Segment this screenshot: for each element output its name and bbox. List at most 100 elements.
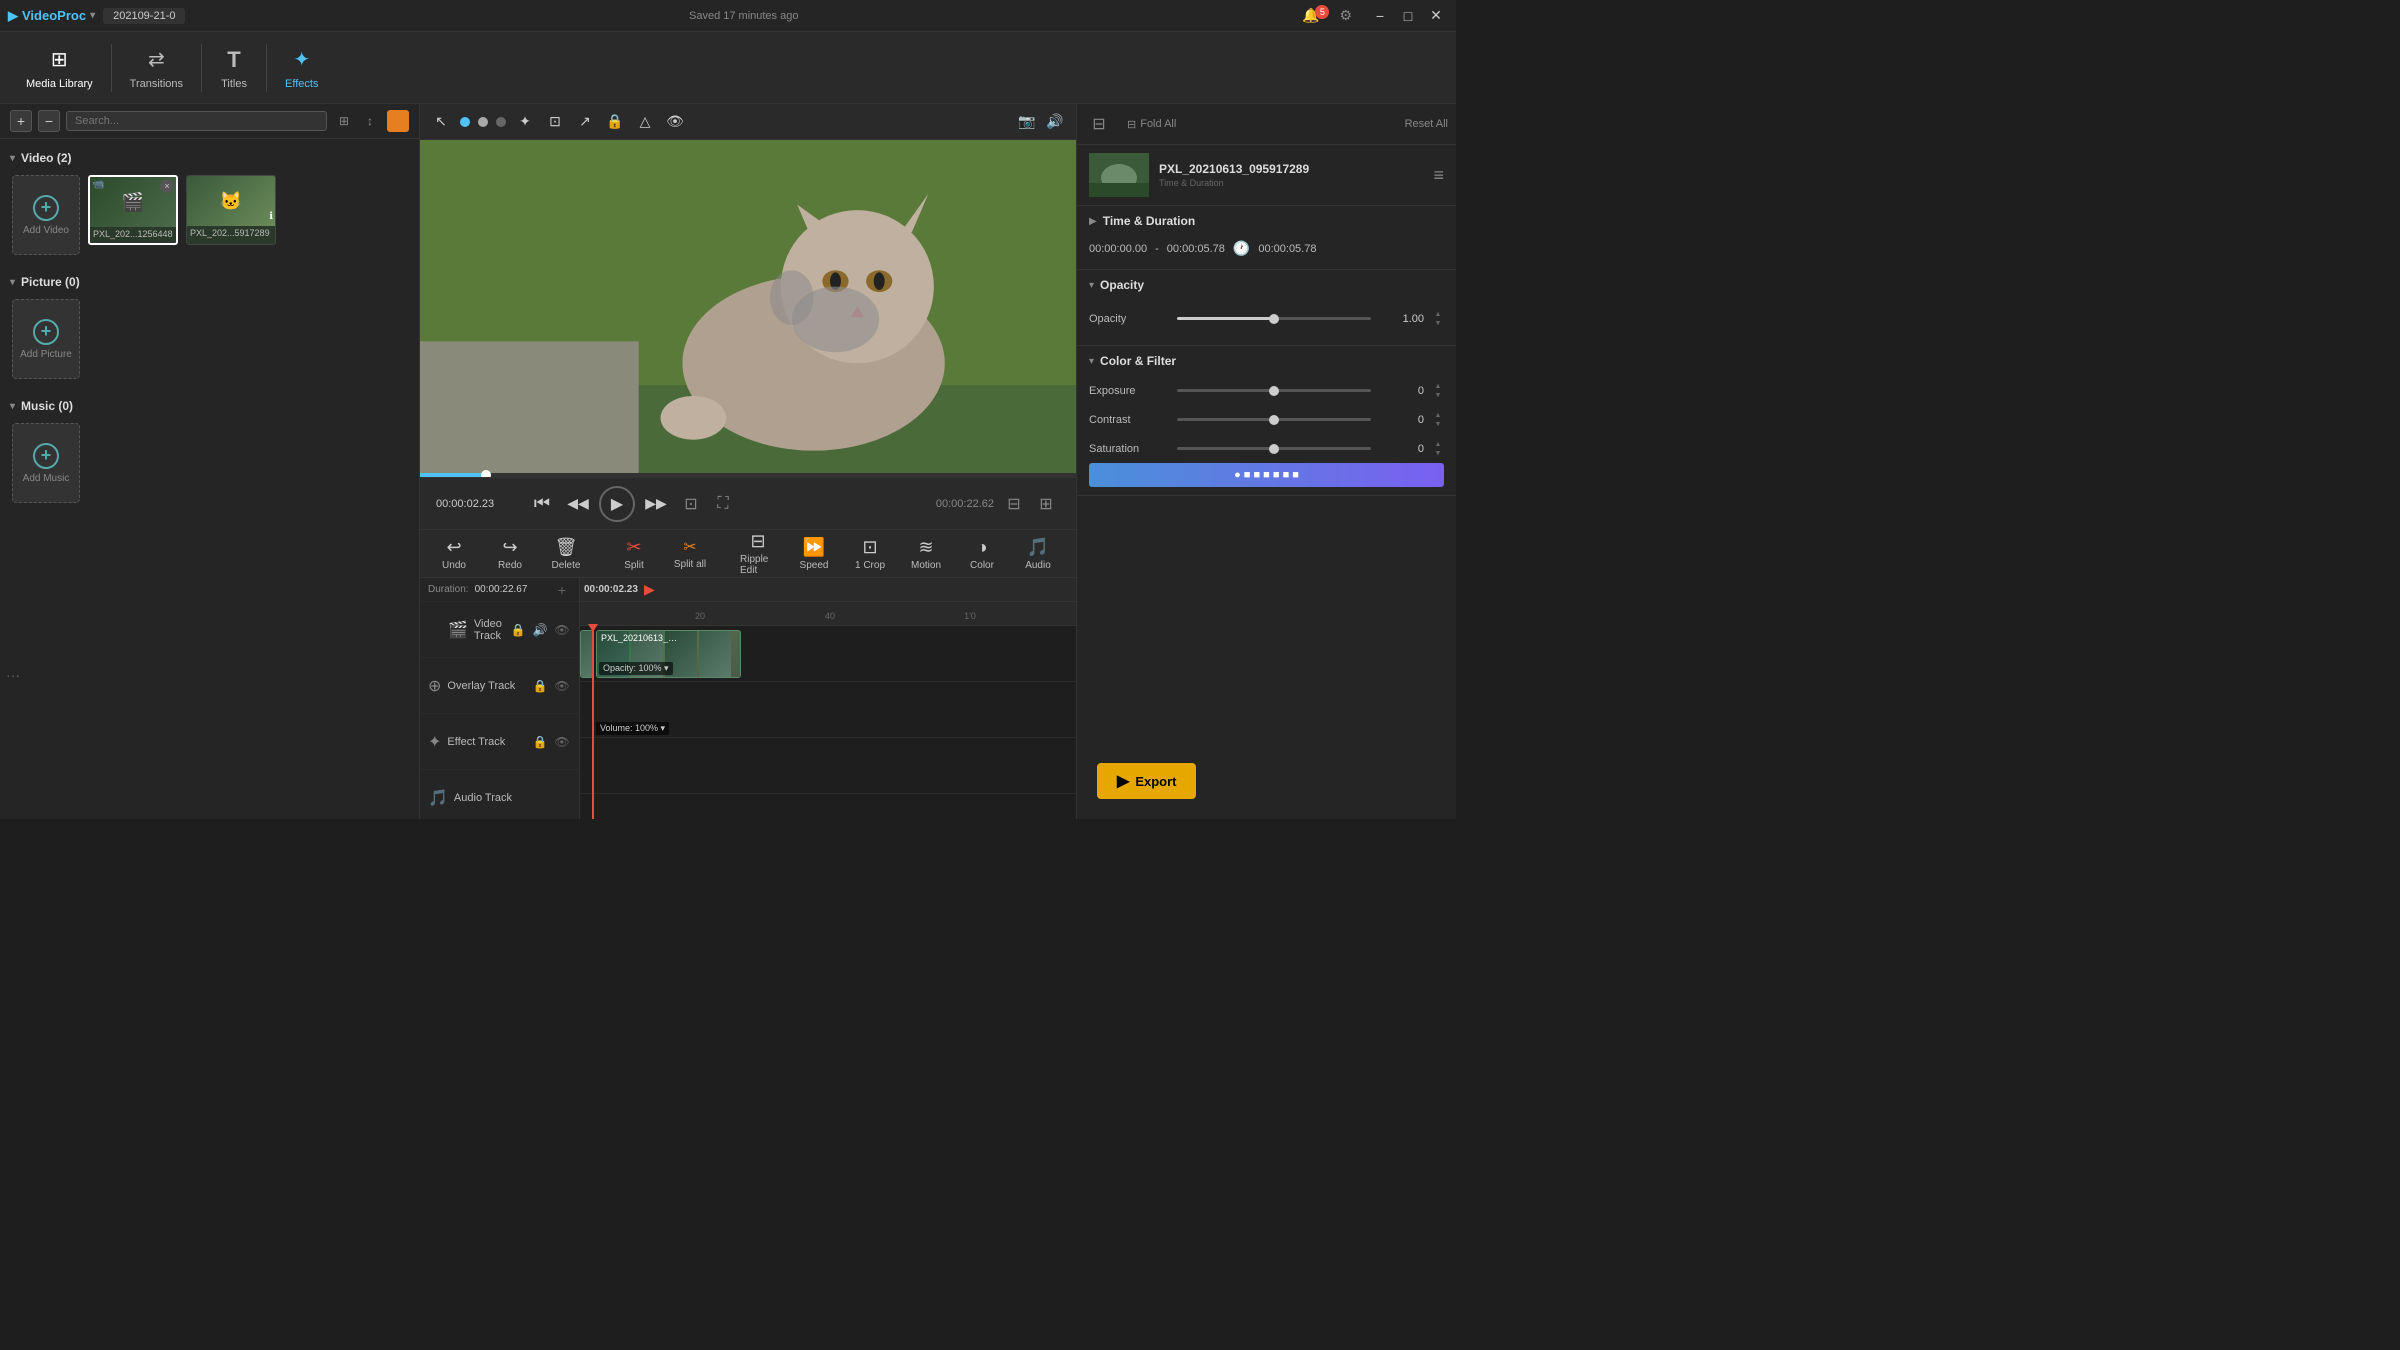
dot-gray[interactable]: [478, 117, 488, 127]
eye-preview-icon[interactable]: 👁: [664, 111, 686, 133]
toolbar-titles[interactable]: T Titles: [206, 40, 262, 96]
split-button[interactable]: ✂ Split: [608, 533, 660, 575]
video-clip-2[interactable]: PXL_20210613_095917289 Opacity: 100% ▾: [596, 630, 741, 678]
saturation-down[interactable]: ▼: [1432, 449, 1444, 457]
video-track-eye[interactable]: 👁: [553, 621, 571, 639]
color-filter-header[interactable]: ▾ Color & Filter: [1077, 346, 1456, 376]
saturation-up[interactable]: ▲: [1432, 440, 1444, 448]
add-video-label: Add Video: [23, 225, 69, 236]
music-section-header[interactable]: ▾ Music (0): [8, 395, 411, 417]
time-duration-header[interactable]: ▶ Time & Duration: [1077, 206, 1456, 236]
toolbar-transitions[interactable]: ⇄ Transitions: [116, 40, 197, 96]
picture-section-header[interactable]: ▾ Picture (0): [8, 271, 411, 293]
search-input[interactable]: [66, 111, 327, 131]
progress-handle[interactable]: [481, 470, 491, 477]
crop-button[interactable]: ⊡ 1 Crop: [844, 533, 896, 575]
add-track-button[interactable]: +: [553, 581, 571, 599]
audio-button[interactable]: 🎵 Audio: [1012, 533, 1064, 575]
overlay-track-lock[interactable]: 🔒: [531, 677, 549, 695]
toolbar-effects[interactable]: ✦ Effects: [271, 40, 332, 96]
split-all-button[interactable]: ✂ Split all: [664, 533, 716, 574]
arrow-tool-icon[interactable]: ↗: [574, 111, 596, 133]
select-tool-icon[interactable]: ↖: [430, 111, 452, 133]
maximize-button[interactable]: □: [1396, 4, 1420, 28]
camera-icon[interactable]: 📷: [1016, 111, 1038, 133]
add-music-button[interactable]: + Add Music: [12, 423, 80, 503]
color-button[interactable]: ◑ Color: [956, 533, 1008, 575]
track-header-controls: +: [553, 581, 571, 599]
toolbar-media-library[interactable]: ⊞ Media Library: [12, 40, 107, 96]
snap-icon[interactable]: △: [634, 111, 656, 133]
add-picture-button[interactable]: + Add Picture: [12, 299, 80, 379]
opacity-down[interactable]: ▼: [1432, 319, 1444, 327]
effect-track-lock[interactable]: 🔒: [531, 733, 549, 751]
compare-view-button[interactable]: ⊟: [1000, 490, 1028, 518]
skip-start-button[interactable]: ⏮: [527, 489, 557, 519]
sort-button[interactable]: ↕: [359, 110, 381, 132]
add-video-button[interactable]: + Add Video: [12, 175, 80, 255]
exposure-down[interactable]: ▼: [1432, 391, 1444, 399]
remove-item-button[interactable]: −: [38, 110, 60, 132]
play-pause-button[interactable]: ▶: [599, 486, 635, 522]
redo-button[interactable]: ↪ Redo: [484, 533, 536, 575]
saturation-slider[interactable]: [1177, 447, 1371, 450]
clip-menu-icon[interactable]: ≡: [1433, 165, 1444, 186]
fold-all-button[interactable]: ⊟ Fold All: [1119, 114, 1184, 135]
settings-icon[interactable]: ⚙: [1339, 7, 1352, 24]
crop-tool-icon[interactable]: ⊡: [544, 111, 566, 133]
next-frame-button[interactable]: ▶▶: [641, 489, 671, 519]
ripple-edit-button[interactable]: ⊟ Ripple Edit: [732, 527, 784, 580]
opacity-slider[interactable]: [1177, 317, 1371, 320]
fullscreen-button[interactable]: ⛶: [709, 490, 737, 518]
dot-dark[interactable]: [496, 117, 506, 127]
prev-frame-button[interactable]: ◀◀: [563, 489, 593, 519]
color-apply-button[interactable]: ● ■ ■ ■ ■ ■ ■: [1089, 463, 1444, 487]
export-area: ▶ Export: [1077, 743, 1456, 819]
video-section-header[interactable]: ▾ Video (2): [8, 147, 411, 169]
split-preview-button[interactable]: ⊡: [677, 490, 705, 518]
effect-track-label: ✦ Effect Track 🔒 👁: [420, 714, 579, 770]
options-button[interactable]: [387, 110, 409, 132]
redo-icon: ↪: [502, 537, 517, 558]
video-thumb-1-close[interactable]: ×: [160, 179, 174, 193]
video-thumb-1-video-icon: 📹: [92, 179, 104, 190]
contrast-slider[interactable]: [1177, 418, 1371, 421]
progress-track[interactable]: [420, 473, 1076, 477]
timeline-area: ↩ Undo ↪ Redo 🗑 Delete ✂ Split ✂: [420, 529, 1076, 819]
speed-button[interactable]: ⏩ Speed: [788, 533, 840, 575]
video-preview[interactable]: [420, 140, 1076, 477]
video-track-volume[interactable]: 🔊: [531, 621, 549, 639]
effect-track-eye[interactable]: 👁: [553, 733, 571, 751]
undo-button[interactable]: ↩ Undo: [428, 533, 480, 575]
minimize-button[interactable]: −: [1368, 4, 1392, 28]
duration-label: Duration:: [428, 584, 469, 595]
volume-icon[interactable]: 🔊: [1044, 111, 1066, 133]
lock-icon[interactable]: 🔒: [604, 111, 626, 133]
toolbar-separator-3: [266, 44, 267, 92]
dot-blue[interactable]: [460, 117, 470, 127]
dropdown-arrow[interactable]: ▾: [90, 10, 95, 21]
close-button[interactable]: ✕: [1424, 4, 1448, 28]
exposure-up[interactable]: ▲: [1432, 382, 1444, 390]
grid-view-button[interactable]: ⊞: [333, 110, 355, 132]
export-button[interactable]: ▶ Export: [1097, 763, 1196, 799]
contrast-down[interactable]: ▼: [1432, 420, 1444, 428]
track-content[interactable]: 00:00:02.23 ▶ 20 40 1'0 1'20 1'40 2'0 2'…: [580, 578, 1076, 819]
delete-button[interactable]: 🗑 Delete: [540, 533, 592, 575]
transform-tool-icon[interactable]: ✦: [514, 111, 536, 133]
video-thumb-1[interactable]: 🎬 PXL_202...1256448 × 📹: [88, 175, 178, 245]
video-track-lock[interactable]: 🔒: [509, 621, 527, 639]
opacity-header[interactable]: ▾ Opacity: [1077, 270, 1456, 300]
reset-all-button[interactable]: Reset All: [1405, 118, 1448, 130]
ripple-edit-label: Ripple Edit: [740, 554, 776, 576]
add-item-button[interactable]: +: [10, 110, 32, 132]
app-icon: ▶: [8, 8, 18, 24]
motion-button[interactable]: ≋ Motion: [900, 533, 952, 575]
video-thumb-2[interactable]: 🐱 PXL_202...5917289 ℹ: [186, 175, 276, 245]
contrast-up[interactable]: ▲: [1432, 411, 1444, 419]
fit-view-button[interactable]: ⊞: [1032, 490, 1060, 518]
rp-panel-icon[interactable]: ⊟: [1085, 110, 1113, 138]
overlay-track-eye[interactable]: 👁: [553, 677, 571, 695]
opacity-up[interactable]: ▲: [1432, 310, 1444, 318]
exposure-slider[interactable]: [1177, 389, 1371, 392]
